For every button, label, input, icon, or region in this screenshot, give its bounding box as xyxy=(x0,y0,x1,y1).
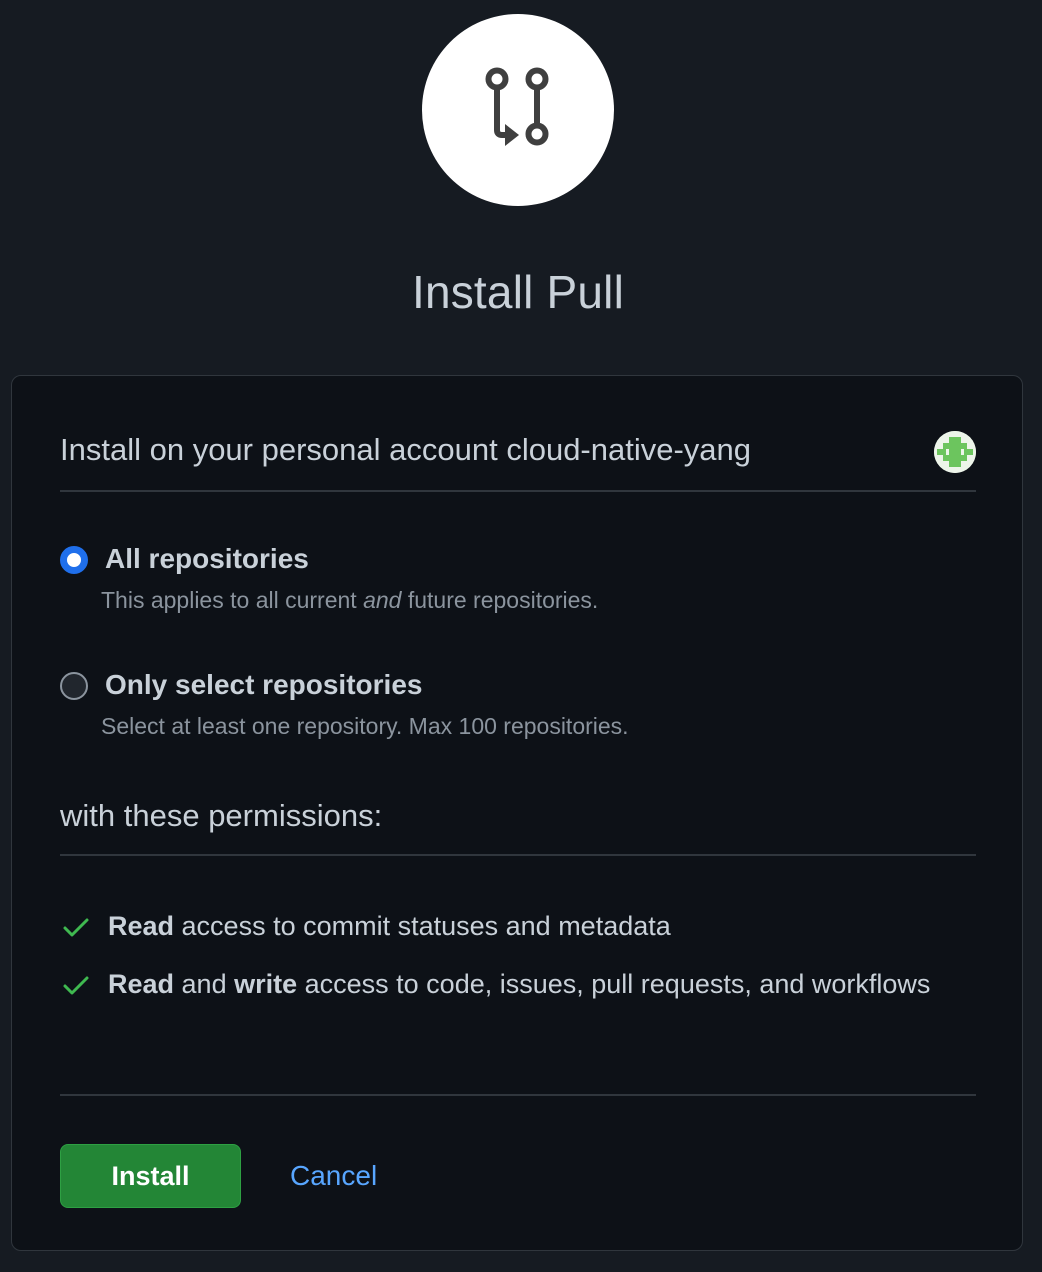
permissions-heading-row: with these permissions: xyxy=(60,794,976,856)
permission-text: Read access to commit statuses and metad… xyxy=(108,911,671,941)
option-select-repositories[interactable]: Only select repositories Select at least… xyxy=(60,662,960,752)
cancel-link[interactable]: Cancel xyxy=(290,1156,377,1196)
install-button[interactable]: Install xyxy=(60,1144,241,1208)
footer-divider xyxy=(60,1094,976,1096)
permission-item: Read and write access to code, issues, p… xyxy=(60,963,976,1053)
emphasis-text: and xyxy=(363,587,402,613)
identicon-avatar-icon xyxy=(934,431,976,473)
install-app-page: Install Pull Install on your personal ac… xyxy=(0,0,1042,1272)
check-icon xyxy=(63,918,89,937)
option-description: This applies to all current and future r… xyxy=(101,587,599,613)
app-logo xyxy=(422,14,614,206)
permission-item: Read access to commit statuses and metad… xyxy=(60,905,976,949)
permissions-heading: with these permissions: xyxy=(60,798,383,833)
check-icon xyxy=(63,976,89,995)
radio-select-repositories[interactable] xyxy=(60,672,88,700)
avatar xyxy=(934,431,976,473)
git-pull-request-icon xyxy=(485,67,549,146)
option-description: Select at least one repository. Max 100 … xyxy=(101,713,629,739)
account-row: Install on your personal account cloud-n… xyxy=(60,428,976,492)
option-label: Only select repositories xyxy=(105,669,423,700)
option-all-repositories[interactable]: All repositories This applies to all cur… xyxy=(60,536,960,626)
option-label: All repositories xyxy=(105,543,309,574)
install-card: Install on your personal account cloud-n… xyxy=(11,375,1023,1251)
account-label: Install on your personal account cloud-n… xyxy=(60,432,752,467)
radio-all-repositories[interactable] xyxy=(60,546,88,574)
page-title: Install Pull xyxy=(411,266,625,318)
permission-text: Read and write access to code, issues, p… xyxy=(108,969,931,999)
